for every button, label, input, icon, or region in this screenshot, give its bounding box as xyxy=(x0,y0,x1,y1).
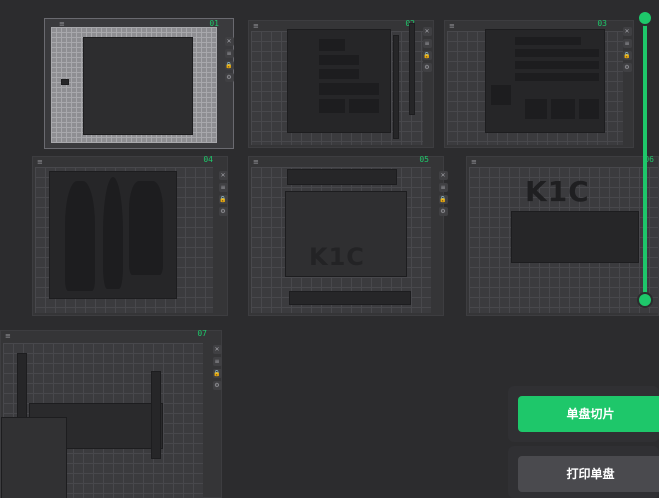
model-label-embossed: K1C xyxy=(309,243,365,271)
model-compartment xyxy=(103,177,123,289)
model-object[interactable] xyxy=(151,371,161,459)
model-compartment xyxy=(129,181,163,275)
model-object[interactable] xyxy=(1,417,67,498)
plate-toolbar: ✕ ≡ 🔒 ⚙ xyxy=(223,37,235,82)
plate-menu-icon[interactable]: ≡ xyxy=(449,23,457,30)
plate-menu-icon[interactable]: ≡ xyxy=(253,23,261,30)
layer-slider-bottom-handle[interactable] xyxy=(637,292,653,308)
plate-toolbar: ✕ ≡ 🔒 ⚙ xyxy=(621,27,633,72)
plate-04[interactable]: ≡ 04 ✕ ≡ 🔒 ⚙ xyxy=(32,155,229,316)
plate-number: 05 xyxy=(419,155,429,164)
model-compartment xyxy=(515,37,581,45)
menu-icon[interactable]: ≡ xyxy=(622,39,632,48)
close-icon[interactable]: ✕ xyxy=(224,37,234,46)
settings-icon[interactable]: ⚙ xyxy=(622,63,632,72)
model-compartment xyxy=(579,99,599,119)
settings-icon[interactable]: ⚙ xyxy=(224,73,234,82)
plate-06[interactable]: ≡ 06 K1C xyxy=(466,155,659,316)
plate-07[interactable]: ≡ 07 ✕ ≡ 🔒 ⚙ xyxy=(0,329,223,498)
plate-05[interactable]: ≡ 05 K1C ✕ ≡ 🔒 ⚙ xyxy=(248,155,448,316)
close-icon[interactable]: ✕ xyxy=(422,27,432,36)
plate-02[interactable]: ≡ 02 ✕ ≡ 🔒 ⚙ xyxy=(248,19,434,148)
plate-03[interactable]: ≡ 03 ✕ ≡ 🔒 ⚙ xyxy=(444,19,634,148)
model-compartment xyxy=(491,85,511,105)
plate-toolbar: ✕ ≡ 🔒 ⚙ xyxy=(211,345,223,390)
model-compartment xyxy=(319,39,345,51)
model-compartment xyxy=(319,55,359,65)
menu-icon[interactable]: ≡ xyxy=(218,183,228,192)
layer-slider-track[interactable] xyxy=(643,18,647,302)
plate-menu-icon[interactable]: ≡ xyxy=(37,159,45,166)
plate-toolbar: ✕ ≡ 🔒 ⚙ xyxy=(421,27,433,72)
model-compartment xyxy=(551,99,575,119)
settings-icon[interactable]: ⚙ xyxy=(212,381,222,390)
lock-icon[interactable]: 🔒 xyxy=(622,51,632,60)
model-label-embossed: K1C xyxy=(525,175,590,208)
model-compartment xyxy=(65,181,95,291)
print-plate-button[interactable]: 打印单盘 xyxy=(518,456,659,492)
plate-menu-icon[interactable]: ≡ xyxy=(253,159,261,166)
model-compartment xyxy=(515,49,599,57)
lock-icon[interactable]: 🔒 xyxy=(422,51,432,60)
close-icon[interactable]: ✕ xyxy=(212,345,222,354)
menu-icon[interactable]: ≡ xyxy=(438,183,448,192)
model-object[interactable] xyxy=(289,291,411,305)
settings-icon[interactable]: ⚙ xyxy=(438,207,448,216)
settings-icon[interactable]: ⚙ xyxy=(422,63,432,72)
lock-icon[interactable]: 🔒 xyxy=(212,369,222,378)
model-object[interactable] xyxy=(61,79,69,85)
menu-icon[interactable]: ≡ xyxy=(224,49,234,58)
lock-icon[interactable]: 🔒 xyxy=(218,195,228,204)
model-object[interactable] xyxy=(409,23,415,115)
lock-icon[interactable]: 🔒 xyxy=(224,61,234,70)
model-compartment xyxy=(515,61,599,69)
plate-number: 03 xyxy=(597,19,607,28)
close-icon[interactable]: ✕ xyxy=(218,171,228,180)
plate-number: 04 xyxy=(203,155,213,164)
lock-icon[interactable]: 🔒 xyxy=(438,195,448,204)
close-icon[interactable]: ✕ xyxy=(622,27,632,36)
close-icon[interactable]: ✕ xyxy=(438,171,448,180)
model-object[interactable] xyxy=(393,35,399,139)
menu-icon[interactable]: ≡ xyxy=(212,357,222,366)
plate-menu-icon[interactable]: ≡ xyxy=(471,159,479,166)
model-compartment xyxy=(319,99,345,113)
plate-toolbar: ✕ ≡ 🔒 ⚙ xyxy=(437,171,449,216)
plate-01[interactable]: ≡ 01 ✕ ≡ 🔒 ⚙ xyxy=(44,18,234,149)
slice-plate-button[interactable]: 单盘切片 xyxy=(518,396,659,432)
model-compartment xyxy=(319,83,379,95)
settings-icon[interactable]: ⚙ xyxy=(218,207,228,216)
model-compartment xyxy=(319,69,359,79)
plate-toolbar: ✕ ≡ 🔒 ⚙ xyxy=(217,171,229,216)
model-object[interactable] xyxy=(511,211,639,263)
model-compartment xyxy=(349,99,379,113)
model-compartment xyxy=(515,73,599,81)
layer-slider-top-handle[interactable] xyxy=(637,10,653,26)
model-object[interactable] xyxy=(287,169,397,185)
menu-icon[interactable]: ≡ xyxy=(422,39,432,48)
plate-overview-viewport[interactable]: ≡ 01 ✕ ≡ 🔒 ⚙ ≡ 02 ✕ ≡ 🔒 ⚙ ≡ xyxy=(0,0,659,498)
plate-number: 07 xyxy=(197,329,207,338)
model-compartment xyxy=(525,99,547,119)
model-object[interactable] xyxy=(83,37,193,135)
plate-menu-icon[interactable]: ≡ xyxy=(5,333,13,340)
